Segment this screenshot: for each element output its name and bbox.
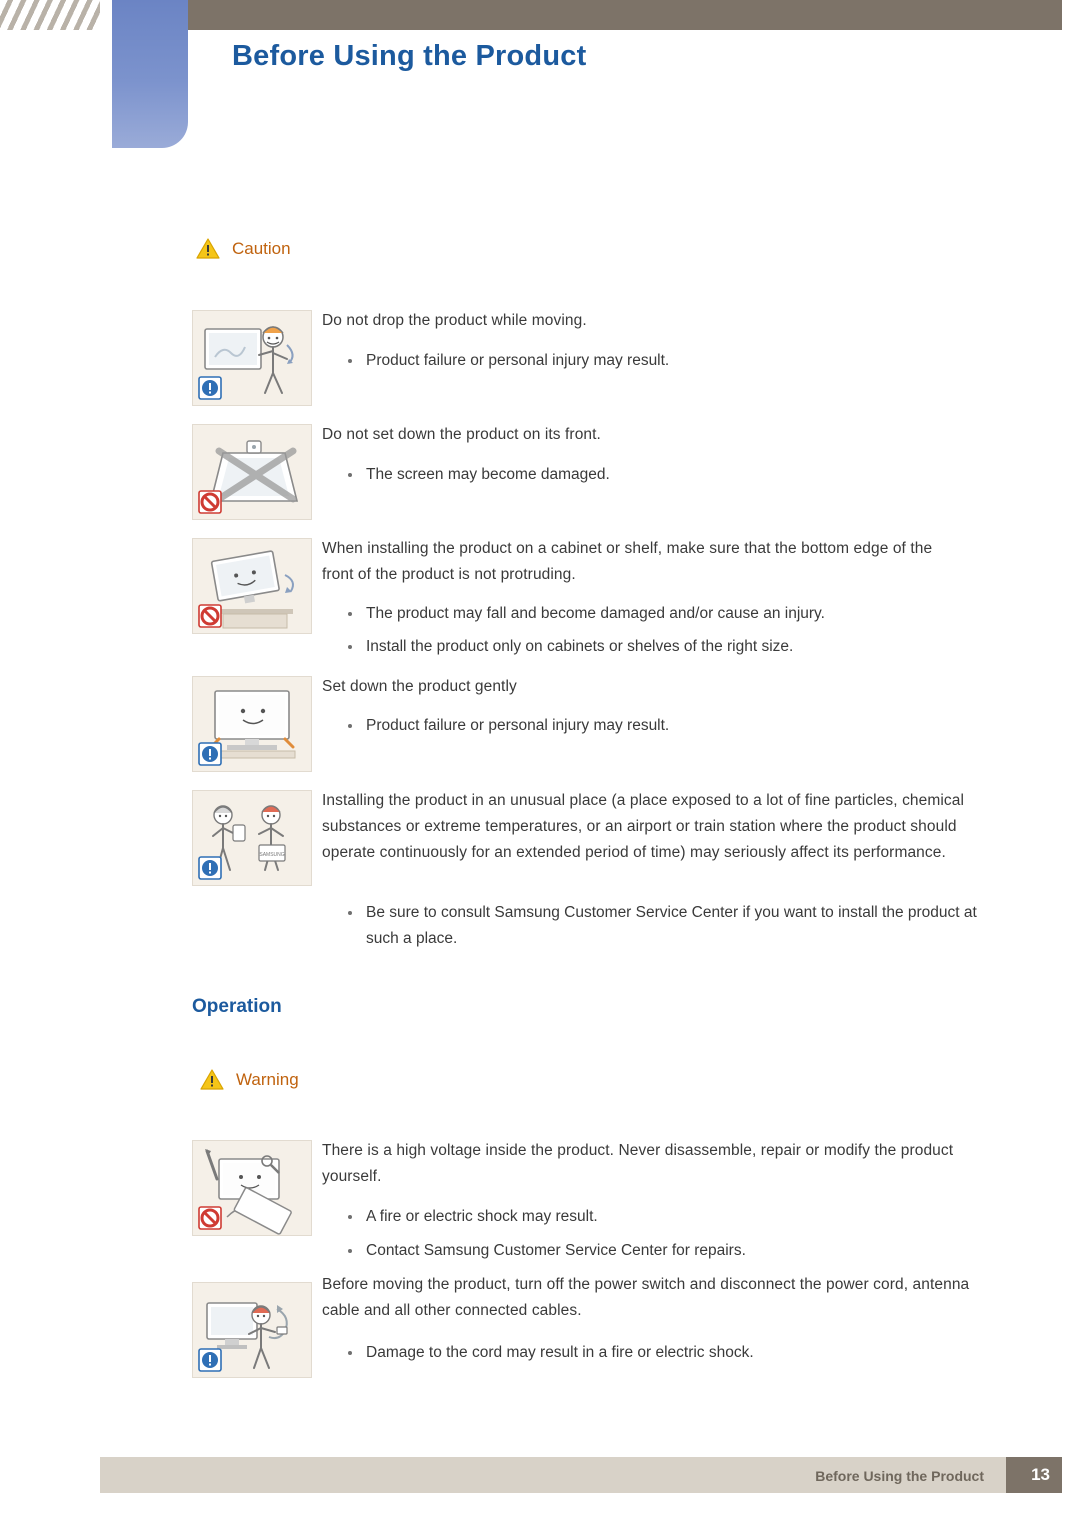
caution-heading: Caution (196, 238, 291, 259)
warning-item-1-bullet-1: A fire or electric shock may result. (322, 1204, 1002, 1230)
header-hatch-decoration (0, 0, 100, 30)
caution-item-3-text: When installing the product on a cabinet… (322, 540, 933, 583)
footer-section-label: Before Using the Product (815, 1468, 984, 1484)
caution-item-3-bullet-2: Install the product only on cabinets or … (322, 634, 1002, 660)
warning-item-1-bullet-2: Contact Samsung Customer Service Center … (322, 1238, 1002, 1264)
warning-label: Warning (236, 1069, 299, 1089)
caution-item-1-text: Do not drop the product while moving. (322, 312, 587, 329)
page-title: Before Using the Product (232, 40, 587, 72)
warning-triangle-icon (200, 1069, 224, 1090)
caution-item-4-text: Set down the product gently (322, 678, 517, 695)
caution-label: Caution (232, 238, 291, 258)
warning-item-1-text: There is a high voltage inside the produ… (322, 1142, 954, 1185)
caution-item-5-text: Installing the product in an unusual pla… (322, 792, 965, 861)
svg-text:SAMSUNG: SAMSUNG (259, 852, 284, 858)
person-carrying-monitor-icon (192, 310, 312, 406)
caution-item-4-bullet-1: Product failure or personal injury may r… (322, 713, 1002, 739)
warning-item-2-bullet-1: Damage to the cord may result in a fire … (322, 1340, 1002, 1366)
warning-heading: Warning (200, 1069, 299, 1090)
caution-item-1-bullet-1: Product failure or personal injury may r… (322, 348, 1002, 374)
monitor-protruding-edge-icon (192, 538, 312, 634)
monitor-face-down-crossed-icon (192, 424, 312, 520)
caution-item-5-bullet-1: Be sure to consult Samsung Customer Serv… (322, 900, 982, 952)
set-down-gently-icon (192, 676, 312, 772)
caution-item-3-bullet-1: The product may fall and become damaged … (322, 601, 1002, 627)
caution-item-2-bullet-1: The screen may become damaged. (322, 462, 1002, 488)
caution-item-2-text: Do not set down the product on its front… (322, 426, 601, 443)
warning-item-2-text: Before moving the product, turn off the … (322, 1276, 970, 1319)
disassemble-product-crossed-icon (192, 1140, 312, 1236)
unplug-power-before-moving-icon (192, 1282, 312, 1378)
header-blue-tab-inner-gap (100, 0, 112, 148)
unusual-place-installation-icon: SAMSUNG (192, 790, 312, 886)
footer-page-number: 13 (1031, 1465, 1050, 1484)
warning-triangle-icon (196, 238, 220, 259)
header-blue-tab (100, 0, 188, 148)
header-band-right-gap (1062, 0, 1080, 30)
operation-subheading: Operation (192, 996, 282, 1017)
